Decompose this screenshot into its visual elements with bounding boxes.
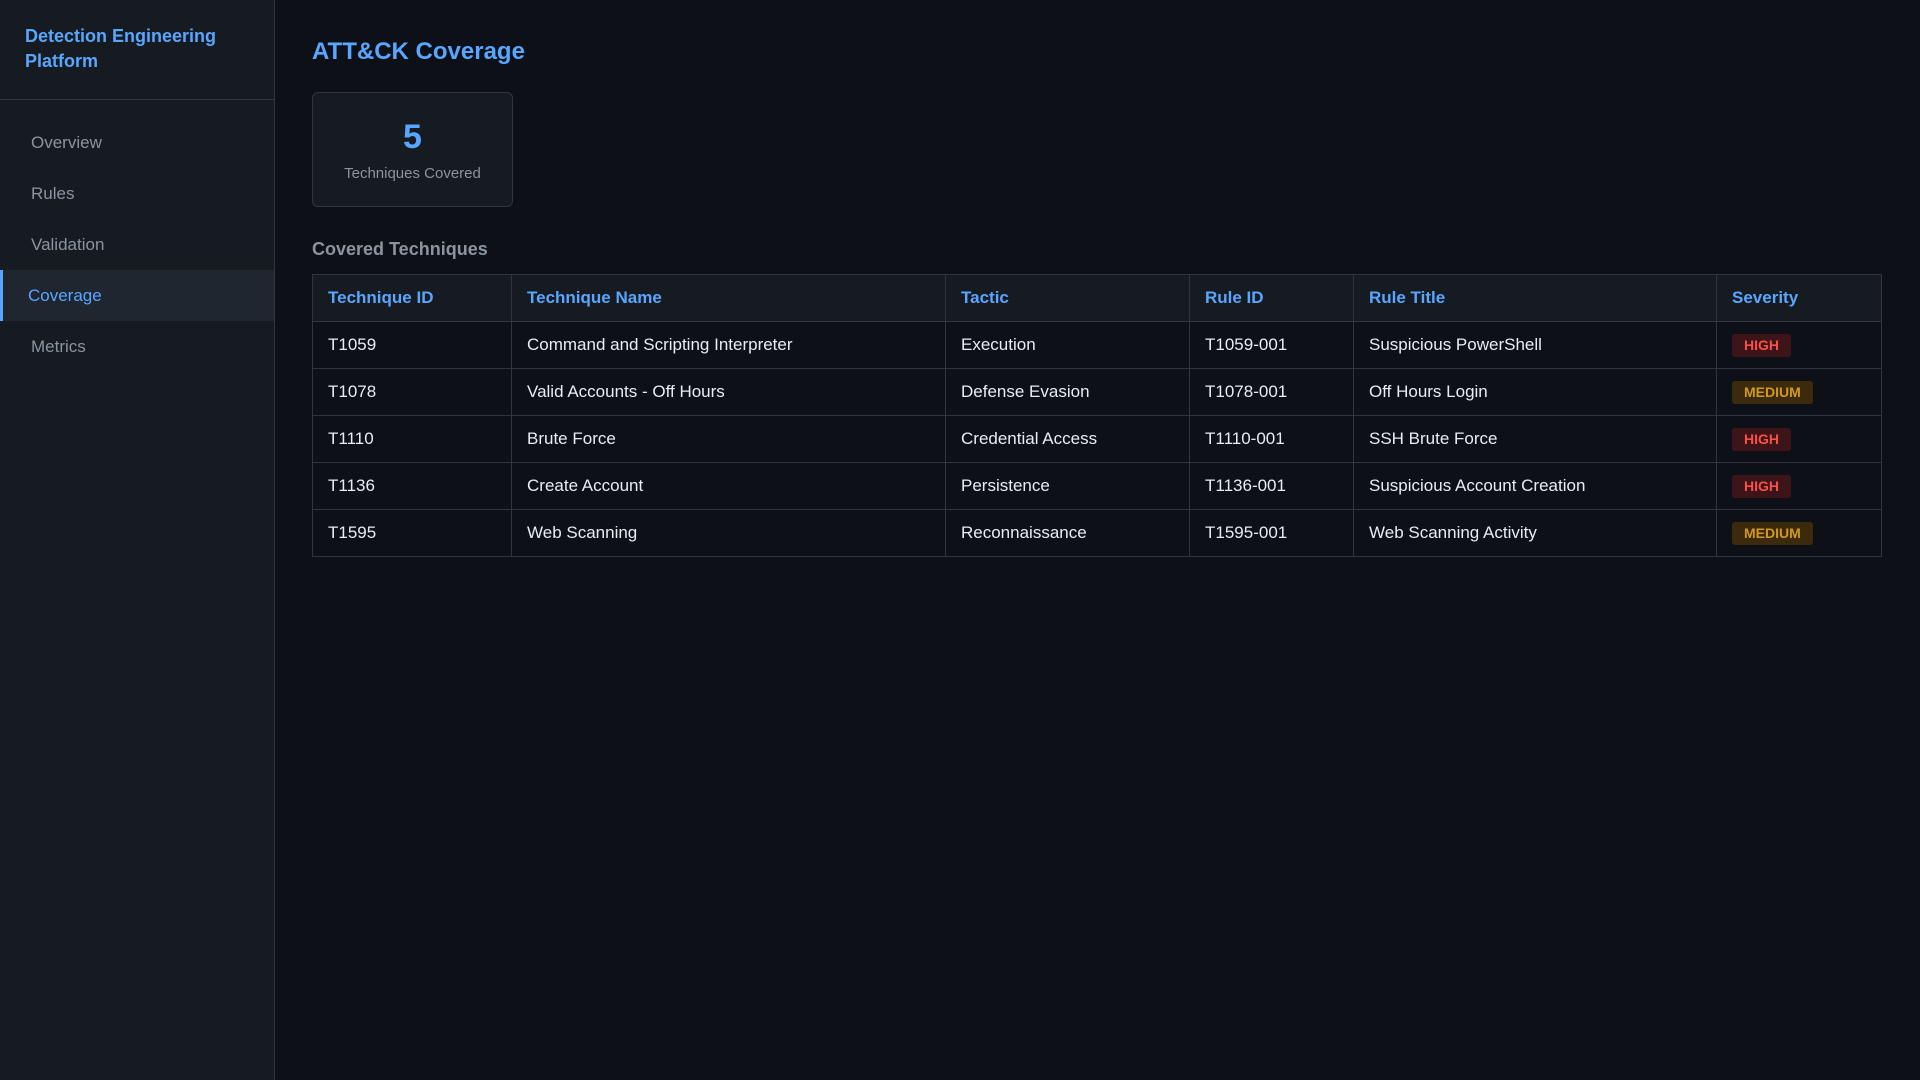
rule-title-cell: Suspicious PowerShell	[1353, 321, 1717, 369]
column-header-rule-id[interactable]: Rule ID	[1189, 274, 1354, 322]
app-root: Detection Engineering Platform Overview …	[0, 0, 1920, 1080]
sidebar-nav: Overview Rules Validation Coverage Metri…	[0, 100, 274, 372]
page-title: ATT&CK Coverage	[312, 38, 525, 65]
severity-badge: MEDIUM	[1732, 521, 1813, 545]
technique-id-cell: T1136	[312, 462, 512, 510]
sidebar-item-rules[interactable]: Rules	[0, 168, 274, 219]
rule-id-cell: T1136-001	[1189, 462, 1354, 510]
technique-name-cell: Create Account	[511, 462, 946, 510]
tactic-cell: Credential Access	[945, 415, 1190, 463]
tactic-cell: Reconnaissance	[945, 509, 1190, 557]
table-row[interactable]: T1595 Web Scanning Reconnaissance T1595-…	[312, 509, 1882, 557]
rule-title-cell: Web Scanning Activity	[1353, 509, 1717, 557]
rule-title-cell: Suspicious Account Creation	[1353, 462, 1717, 510]
table-row[interactable]: T1136 Create Account Persistence T1136-0…	[312, 462, 1882, 510]
severity-cell: HIGH	[1716, 321, 1882, 369]
techniques-covered-card: 5 Techniques Covered	[312, 92, 513, 207]
severity-cell: MEDIUM	[1716, 368, 1882, 416]
app-title: Detection Engineering Platform	[0, 0, 274, 100]
sidebar-item-overview[interactable]: Overview	[0, 117, 274, 168]
sidebar-item-validation[interactable]: Validation	[0, 219, 274, 270]
rule-id-cell: T1059-001	[1189, 321, 1354, 369]
rule-id-cell: T1078-001	[1189, 368, 1354, 416]
technique-name-cell: Web Scanning	[511, 509, 946, 557]
technique-id-cell: T1595	[312, 509, 512, 557]
rule-id-cell: T1110-001	[1189, 415, 1354, 463]
table-row[interactable]: T1059 Command and Scripting Interpreter …	[312, 321, 1882, 369]
stat-value: 5	[403, 118, 422, 156]
sidebar-item-metrics[interactable]: Metrics	[0, 321, 274, 372]
techniques-table: Technique ID Technique Name Tactic Rule …	[312, 274, 1882, 557]
tactic-cell: Defense Evasion	[945, 368, 1190, 416]
severity-badge: HIGH	[1732, 427, 1791, 451]
technique-name-cell: Brute Force	[511, 415, 946, 463]
technique-name-cell: Valid Accounts - Off Hours	[511, 368, 946, 416]
main-content: ATT&CK Coverage 5 Techniques Covered Cov…	[275, 0, 1920, 1080]
table-header-row: Technique ID Technique Name Tactic Rule …	[312, 274, 1882, 322]
stat-label: Techniques Covered	[344, 165, 481, 182]
technique-name-cell: Command and Scripting Interpreter	[511, 321, 946, 369]
severity-badge: MEDIUM	[1732, 380, 1813, 404]
severity-cell: HIGH	[1716, 462, 1882, 510]
column-header-rule-title[interactable]: Rule Title	[1353, 274, 1717, 322]
sidebar-item-coverage[interactable]: Coverage	[0, 270, 274, 321]
column-header-technique-id[interactable]: Technique ID	[312, 274, 512, 322]
rule-title-cell: Off Hours Login	[1353, 368, 1717, 416]
technique-id-cell: T1110	[312, 415, 512, 463]
column-header-severity[interactable]: Severity	[1716, 274, 1882, 322]
severity-badge: HIGH	[1732, 333, 1791, 357]
rule-title-cell: SSH Brute Force	[1353, 415, 1717, 463]
section-title: Covered Techniques	[312, 239, 488, 259]
tactic-cell: Persistence	[945, 462, 1190, 510]
tactic-cell: Execution	[945, 321, 1190, 369]
technique-id-cell: T1078	[312, 368, 512, 416]
technique-id-cell: T1059	[312, 321, 512, 369]
column-header-technique-name[interactable]: Technique Name	[511, 274, 946, 322]
severity-cell: MEDIUM	[1716, 509, 1882, 557]
table-row[interactable]: T1078 Valid Accounts - Off Hours Defense…	[312, 368, 1882, 416]
column-header-tactic[interactable]: Tactic	[945, 274, 1190, 322]
severity-badge: HIGH	[1732, 474, 1791, 498]
rule-id-cell: T1595-001	[1189, 509, 1354, 557]
severity-cell: HIGH	[1716, 415, 1882, 463]
table-row[interactable]: T1110 Brute Force Credential Access T111…	[312, 415, 1882, 463]
sidebar: Detection Engineering Platform Overview …	[0, 0, 275, 1080]
